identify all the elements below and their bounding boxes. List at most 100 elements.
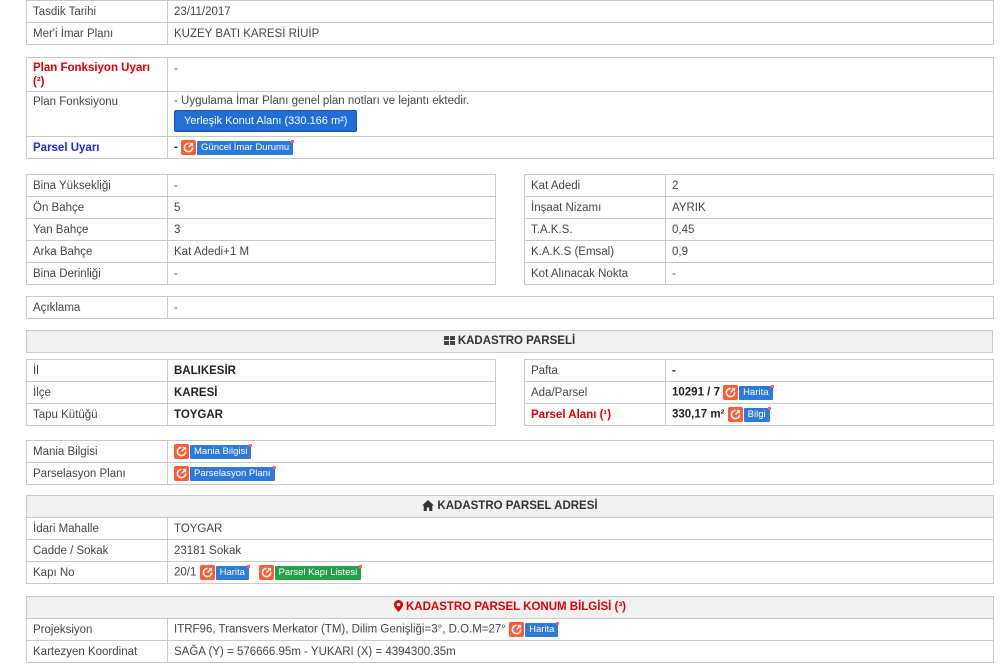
plan-fonksiyonu-text: - Uygulama İmar Planı genel plan notları… [174,95,470,107]
kat-adedi-label: Kat Adedi [524,174,666,197]
imar-plan-label: Mer'i İmar Planı [26,22,168,45]
projeksiyon-value: ITRF96, Transvers Merkator (TM), Dilim G… [174,623,506,636]
bina-yuksekligi-label: Bina Yüksekliği [26,174,168,197]
parselasyon-link-label: Parselasyon Planı [190,465,276,481]
table-row: Kapı No 20/1 Harita Parsel Kapı Listesi [26,561,995,584]
external-link-icon [258,565,274,580]
yan-bahce-label: Yan Bahçe [26,218,168,241]
arka-bahce-label: Arka Bahçe [26,240,168,263]
parsel-kapi-listesi-link[interactable]: Parsel Kapı Listesi [258,564,362,580]
plan-fonksiyonu-label: Plan Fonksiyonu [26,91,168,137]
imar-plan-value: KUZEY BATI KARESİ RİUİP [167,22,994,45]
kartezyen-value: SAĞA (Y) = 576666.95m - YUKARI (X) = 439… [167,640,994,663]
adres-table: KADASTRO PARSEL ADRESİ İdari Mahalle TOYG… [25,495,995,584]
plan-function-table: Plan Fonksiyon Uyarı (²) - Plan Fonksiyo… [26,57,994,159]
guncel-imar-label: Güncel İmar Durumu [197,139,295,155]
table-row: Cadde / Sokak 23181 Sokak [26,539,995,562]
kadastro-left-table: İl BALIKESİR İlçe KARESİ Tapu Kütüğü TOYGAR [26,359,496,426]
table-row: Kot Alınacak Nokta - [524,262,994,285]
table-row: Tapu Kütüğü TOYGAR [26,403,496,426]
ada-parsel-value: 10291 / 7 [672,386,720,399]
mania-link[interactable]: Mania Bilgisi [174,443,253,459]
arka-bahce-value: Kat Adedi+1 M [167,240,496,263]
on-bahce-value: 5 [167,196,496,219]
idari-mahalle-value: TOYGAR [166,517,995,540]
table-row: Arka Bahçe Kat Adedi+1 M [26,240,496,263]
yerlesik-konut-button[interactable]: Yerleşik Konut Alanı (330.166 m²) [174,110,358,132]
external-link-icon [723,385,739,400]
table-row: T.A.K.S. 0,45 [524,218,994,241]
konum-header-text: KADASTRO PARSEL KONUM BİLGİSİ (³) [406,601,626,613]
kartezyen-label: Kartezyen Koordinat [26,640,168,663]
table-row: Mania Bilgisi Mania Bilgisi [26,440,994,463]
ada-parsel-cell: 10291 / 7 Harita [665,381,994,404]
table-row: Açıklama - [26,296,994,319]
table-row: Ön Bahçe 5 [26,196,496,219]
external-link-icon [199,565,215,580]
projeksiyon-harita-link[interactable]: Harita [509,621,560,637]
bina-derinligi-label: Bina Derinliği [26,262,168,285]
ada-parsel-label: Ada/Parsel [524,381,666,404]
pafta-label: Pafta [524,359,666,382]
guncel-imar-link[interactable]: Güncel İmar Durumu [181,139,295,155]
table-row: Bina Yüksekliği - [26,174,496,197]
table-row: İlçe KARESİ [26,381,496,404]
table-row: Yan Bahçe 3 [26,218,496,241]
parsel-kapi-listesi-label: Parsel Kapı Listesi [274,564,362,580]
parselasyon-cell: Parselasyon Planı [167,462,994,485]
yan-bahce-value: 3 [167,218,496,241]
table-row: İdari Mahalle TOYGAR [26,517,995,540]
parsel-uyari-label: Parsel Uyarı [26,136,168,159]
parsel-alani-value: 330,17 m² [672,408,725,421]
external-link-icon [181,140,197,155]
aciklama-value: - [167,296,994,319]
taks-label: T.A.K.S. [524,218,666,241]
kadastro-header: KADASTRO PARSELİ [26,330,993,353]
adres-header-text: KADASTRO PARSEL ADRESİ [437,499,598,512]
table-row: Parsel Uyarı - Güncel İmar Durumu [26,136,994,159]
il-label: İl [26,359,168,382]
kadastro-header-text: KADASTRO PARSELİ [457,334,576,347]
table-row: KADASTRO PARSEL KONUM BİLGİSİ (³) [26,596,994,619]
table-row: Tasdik Tarihi 23/11/2017 [26,0,994,23]
table-row: Plan Fonksiyon Uyarı (²) - [26,57,994,92]
kapi-no-cell: 20/1 Harita Parsel Kapı Listesi [166,561,995,584]
parselasyon-link[interactable]: Parselasyon Planı [174,465,276,481]
grid-icon [443,335,455,349]
table-row: KADASTRO PARSEL ADRESİ [25,495,995,518]
table-row: K.A.K.S (Emsal) 0,9 [524,240,994,263]
table-row: İl BALIKESİR [26,359,496,382]
parsel-uyari-value: - [174,141,178,154]
table-row: İnşaat Nizamı AYRIK [524,196,994,219]
insaat-nizami-label: İnşaat Nizamı [524,196,666,219]
tapu-kutugu-value: TOYGAR [167,403,496,426]
parsel-uyari-cell: - Güncel İmar Durumu [167,136,994,159]
kat-adedi-value: 2 [665,174,994,197]
tasdik-value: 23/11/2017 [167,0,994,23]
plan-fonksiyonu-cell: - Uygulama İmar Planı genel plan notları… [167,91,994,137]
bilgi-label: Bilgi [743,406,771,422]
building-left-table: Bina Yüksekliği - Ön Bahçe 5 Yan Bahçe 3 Ar… [26,174,496,285]
cadde-sokak-label: Cadde / Sokak [26,539,168,562]
taks-value: 0,45 [665,218,994,241]
parsel-alani-label: Parsel Alanı (¹) [524,403,666,426]
kaks-label: K.A.K.S (Emsal) [524,240,666,263]
kapi-harita-link[interactable]: Harita [199,564,251,580]
table-row: Mer'i İmar Planı KUZEY BATI KARESİ RİUİP [26,22,994,45]
external-link-icon [174,444,189,459]
projeksiyon-harita-label: Harita [525,621,560,637]
kadastro-right-table: Pafta - Ada/Parsel 10291 / 7 Harita Parse… [524,359,994,426]
ada-harita-link[interactable]: Harita [723,384,774,400]
plan-fonksiyon-uyari-label: Plan Fonksiyon Uyarı (²) [26,57,168,92]
ilce-label: İlçe [26,381,168,404]
bilgi-link[interactable]: Bilgi [727,406,771,422]
mania-label: Mania Bilgisi [26,440,168,463]
pafta-value: - [665,359,994,382]
kapi-no-label: Kapı No [26,561,168,584]
mania-link-label: Mania Bilgisi [190,443,253,459]
il-value: BALIKESİR [167,359,496,382]
kapi-no-value: 20/1 [174,566,197,579]
plan-fonksiyon-uyari-value: - [167,57,994,92]
external-link-icon [174,466,189,481]
tapu-kutugu-label: Tapu Kütüğü [26,403,168,426]
